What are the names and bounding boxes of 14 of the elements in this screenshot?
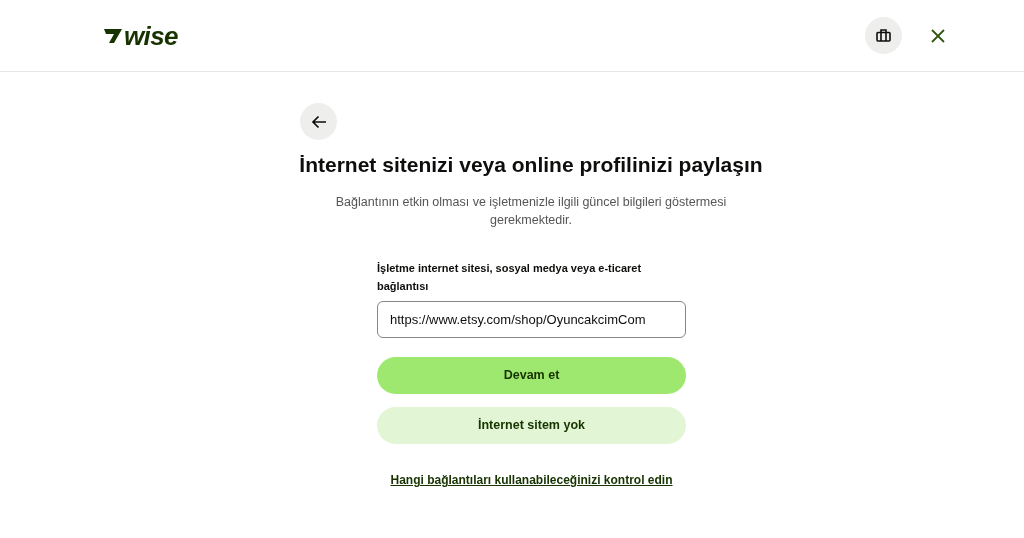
back-button[interactable] (300, 103, 337, 140)
page-title: İnternet sitenizi veya online profilinizi paylaşın (298, 152, 764, 178)
briefcase-icon (876, 29, 891, 42)
close-icon (931, 28, 945, 43)
logo-text: wise (124, 22, 178, 49)
briefcase-button[interactable] (865, 17, 902, 54)
url-input-field[interactable]: https://www.etsy.com/shop/OyuncakcimCom (377, 301, 686, 338)
logo-mark-icon (103, 27, 123, 44)
page-subtitle: Bağlantının etkin olması ve işletmenizle ilgili güncel bilgileri göstermesi gerekmektedir. (334, 194, 728, 229)
secondary-button[interactable]: İnternet sitem yok (377, 407, 686, 444)
back-arrow-icon (310, 114, 327, 129)
check-links-link[interactable]: Hangi bağlantıları kullanabileceğinizi kontrol edin (390, 473, 673, 487)
field-label: İşletme internet sitesi, sosyal medya veya e-ticaret bağlantısı (377, 261, 643, 294)
continue-button[interactable]: Devam et (377, 357, 686, 394)
